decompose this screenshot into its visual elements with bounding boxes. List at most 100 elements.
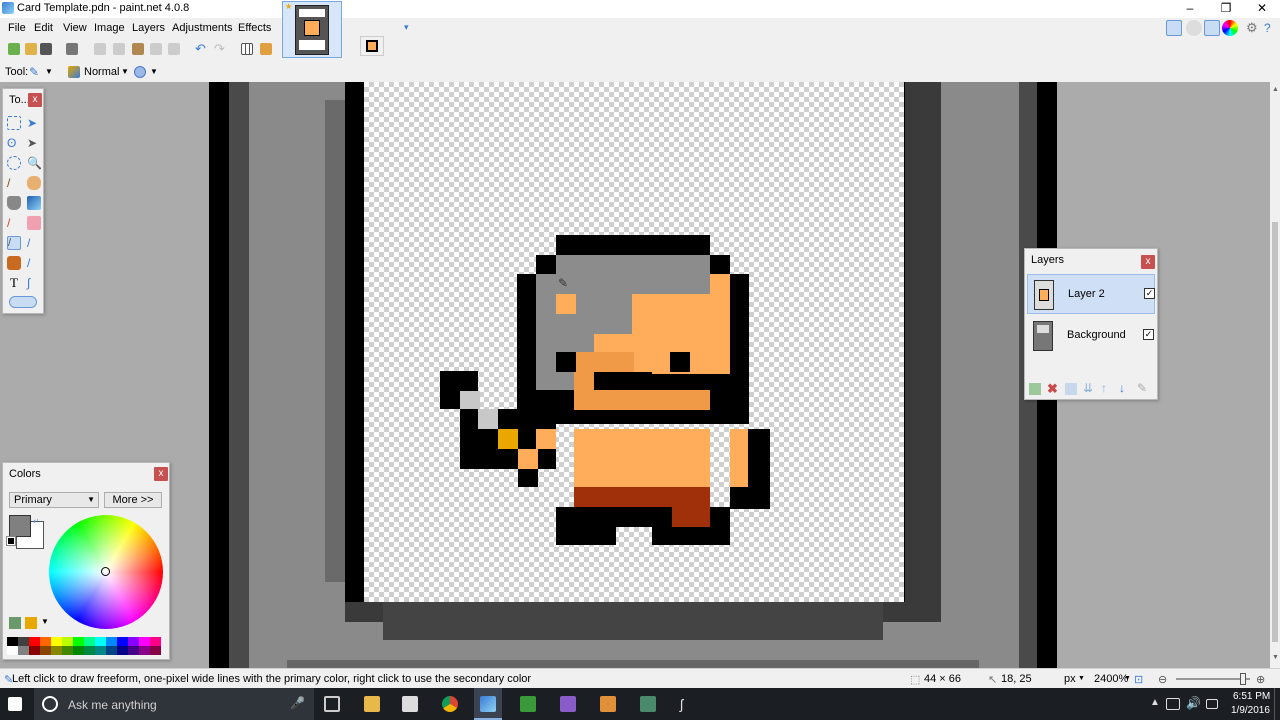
help-icon[interactable]: ?	[1264, 20, 1280, 36]
layer-row-layer-2[interactable]: Layer 2 ✓	[1027, 274, 1155, 314]
pan-hand-icon[interactable]	[27, 176, 41, 190]
palette-icon[interactable]	[9, 617, 21, 629]
scroll-thumb[interactable]	[1272, 222, 1278, 642]
palette-swatch[interactable]	[7, 637, 18, 646]
chrome-icon[interactable]	[442, 696, 458, 712]
palette-swatch[interactable]	[117, 646, 128, 655]
chevron-down-icon[interactable]: ▼	[45, 66, 57, 78]
layer-visibility-checkbox[interactable]: ✓	[1143, 329, 1154, 340]
swap-colors-icon[interactable]: ⤶	[33, 515, 38, 526]
clock-time[interactable]: 6:51 PM	[1233, 691, 1270, 702]
menu-adjustments[interactable]: Adjustments	[172, 22, 233, 34]
chevron-down-icon[interactable]: ▼	[121, 66, 133, 78]
zoom-icon[interactable]: 🔍	[27, 156, 42, 170]
shapes-icon[interactable]	[9, 296, 37, 308]
primary-color-swatch[interactable]	[9, 515, 31, 537]
gradient-icon[interactable]	[27, 196, 41, 210]
print-icon[interactable]	[66, 43, 78, 55]
microphone-icon[interactable]: 🎤	[290, 696, 305, 710]
chevron-down-icon[interactable]: ▼	[1078, 675, 1085, 682]
restore-button[interactable]: ❐	[1208, 0, 1244, 18]
layer-visibility-checkbox[interactable]: ✓	[1144, 288, 1155, 299]
cut-icon[interactable]	[94, 43, 106, 55]
clock-date[interactable]: 1/9/2016	[1231, 705, 1270, 716]
search-box[interactable]: Ask me anything 🎤	[34, 688, 314, 720]
blend-mode-select[interactable]: Normal	[84, 66, 119, 78]
palette-swatch[interactable]	[40, 646, 51, 655]
palette-swatch[interactable]	[18, 637, 29, 646]
layer-properties-icon[interactable]: ✎	[1137, 381, 1147, 395]
keyboard-icon[interactable]	[1206, 699, 1218, 709]
clone-stamp-icon[interactable]	[7, 256, 21, 270]
palette-swatch[interactable]	[7, 646, 18, 655]
show-desktop-button[interactable]	[1274, 688, 1280, 720]
app-green-icon[interactable]	[640, 696, 656, 712]
crop-icon[interactable]	[150, 43, 162, 55]
grid-icon[interactable]	[241, 43, 253, 55]
pencil-tool-icon[interactable]: ✎	[29, 66, 41, 78]
colors-window-icon[interactable]	[1222, 20, 1238, 36]
vertical-scrollbar[interactable]: ▲ ▼	[1270, 82, 1280, 668]
menu-view[interactable]: View	[63, 22, 87, 34]
line-curve-icon[interactable]: ∫	[27, 276, 41, 290]
gear-icon[interactable]: ⚙	[1246, 20, 1262, 36]
palette-swatch[interactable]	[29, 637, 40, 646]
transparent-portrait-area[interactable]	[364, 82, 904, 602]
volume-icon[interactable]: 🔊	[1186, 696, 1201, 710]
color-palette[interactable]	[7, 637, 165, 655]
palette-swatch[interactable]	[51, 637, 62, 646]
zoom-fit-icon[interactable]: ⊡	[1134, 673, 1143, 686]
chevron-down-icon[interactable]: ▼	[150, 66, 162, 78]
antialias-icon[interactable]	[134, 66, 146, 78]
move-up-icon[interactable]: ↑	[1101, 381, 1107, 395]
palette-swatch[interactable]	[73, 646, 84, 655]
palette-swatch[interactable]	[51, 646, 62, 655]
app-orange-icon[interactable]	[600, 696, 616, 712]
menu-effects[interactable]: Effects	[238, 22, 271, 34]
eraser-icon[interactable]	[27, 216, 41, 230]
close-icon[interactable]: x	[28, 93, 42, 107]
copy-icon[interactable]	[113, 43, 125, 55]
redo-icon[interactable]: ↷	[214, 42, 226, 55]
palette-swatch[interactable]	[139, 646, 150, 655]
image-tab-character[interactable]	[360, 36, 384, 56]
palette-swatch[interactable]	[73, 637, 84, 646]
open-icon[interactable]	[25, 43, 37, 55]
palette-swatch[interactable]	[95, 637, 106, 646]
color-wheel[interactable]	[49, 515, 163, 629]
palette-swatch[interactable]	[150, 637, 161, 646]
add-layer-icon[interactable]	[1029, 383, 1041, 395]
menu-file[interactable]: File	[8, 22, 26, 34]
show-hidden-icons[interactable]: ▲	[1150, 697, 1160, 708]
color-wheel-cursor[interactable]	[101, 567, 110, 576]
minimize-button[interactable]: –	[1172, 0, 1208, 18]
tab-dropdown-icon[interactable]: ▾	[404, 22, 414, 32]
units-select[interactable]: px	[1064, 673, 1076, 685]
menu-edit[interactable]: Edit	[34, 22, 53, 34]
ellipse-select-icon[interactable]	[7, 156, 21, 170]
layer-row-background[interactable]: Background ✓	[1027, 316, 1155, 356]
move-down-icon[interactable]: ↓	[1119, 381, 1125, 395]
ruler-icon[interactable]	[260, 43, 272, 55]
tools-window-icon[interactable]	[1166, 20, 1182, 36]
recolor-icon[interactable]: /	[27, 256, 41, 270]
visual-studio-icon[interactable]	[560, 696, 576, 712]
menu-image[interactable]: Image	[94, 22, 125, 34]
file-explorer-icon[interactable]	[364, 696, 380, 712]
layers-window-icon[interactable]	[1204, 20, 1220, 36]
new-icon[interactable]	[8, 43, 20, 55]
paintnet-taskbar-button[interactable]	[474, 688, 502, 720]
deselect-icon[interactable]	[168, 43, 180, 55]
palette-swatch[interactable]	[106, 637, 117, 646]
zoom-in-icon[interactable]: ⊕	[1256, 673, 1265, 686]
lasso-icon[interactable]: ʘ	[7, 136, 21, 150]
history-window-icon[interactable]	[1186, 20, 1202, 36]
rectangle-select-icon[interactable]	[7, 116, 21, 130]
save-icon[interactable]	[40, 43, 52, 55]
duplicate-layer-icon[interactable]	[1065, 383, 1077, 395]
palette-swatch[interactable]	[150, 646, 161, 655]
paint-bucket-icon[interactable]	[7, 196, 21, 210]
scroll-up-icon[interactable]: ▲	[1272, 86, 1279, 93]
palette-swatch[interactable]	[95, 646, 106, 655]
menu-layers[interactable]: Layers	[132, 22, 165, 34]
